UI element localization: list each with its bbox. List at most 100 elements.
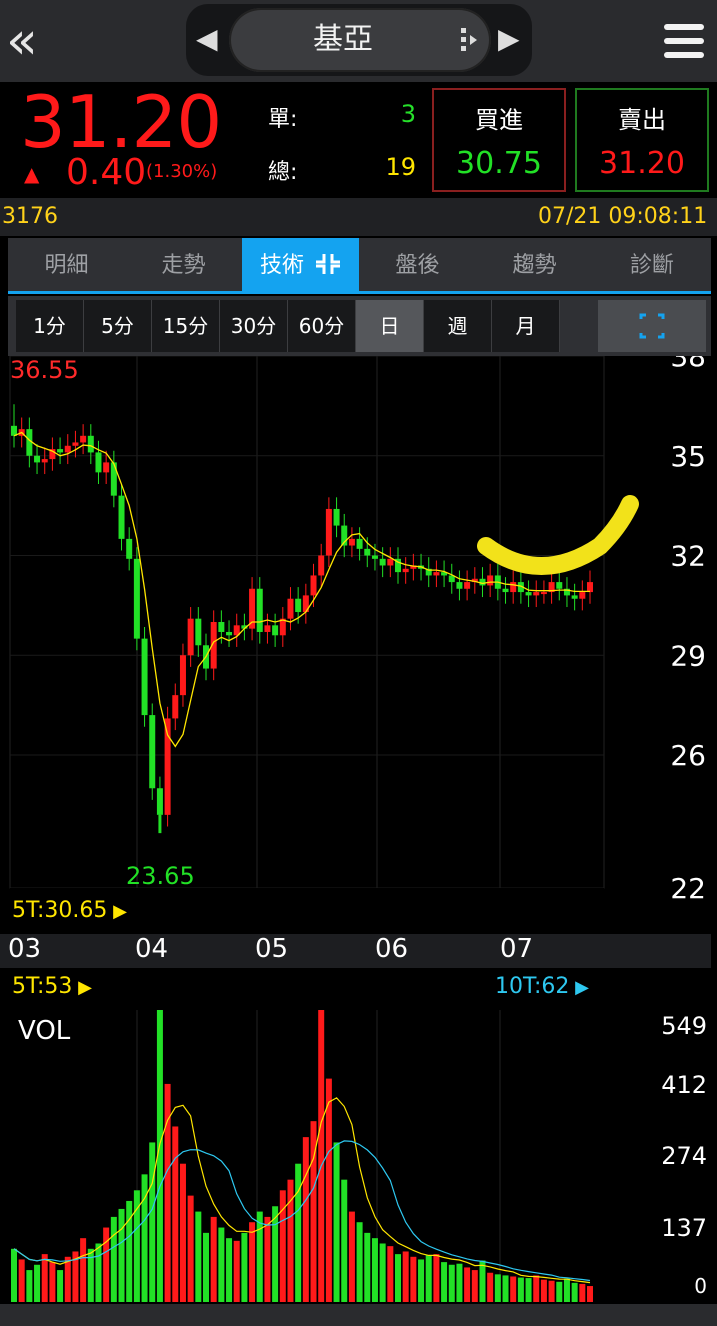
candle-body (540, 592, 547, 595)
volume-bar (448, 1264, 455, 1302)
candle-body (187, 618, 194, 656)
candle-body (149, 715, 156, 789)
triangle-left-icon[interactable]: ◀ (196, 22, 218, 55)
volume-bar (579, 1283, 586, 1302)
system-nav-bar (0, 1304, 717, 1326)
volume-bar (563, 1278, 570, 1302)
candle-body (510, 582, 517, 593)
candle-body (141, 638, 148, 716)
tab-technical[interactable]: 技術 (242, 238, 359, 292)
volume-bar (548, 1280, 555, 1302)
stock-code: 3176 (2, 204, 58, 229)
volume-bar (264, 1216, 271, 1302)
candle-body (356, 538, 363, 549)
price-axis-label: 26 (670, 739, 706, 772)
volume-bar (18, 1259, 25, 1302)
month-axis (0, 934, 711, 968)
quote-timestamp: 07/21 09:08:11 (538, 204, 708, 229)
high-label: 36.55 (10, 356, 79, 384)
candle-body (587, 582, 593, 593)
price-change-percent: (1.30%) (146, 161, 218, 182)
candle-body (57, 449, 64, 453)
tab-details[interactable]: 明細 (8, 238, 125, 292)
tab-diagnosis[interactable]: 診斷 (593, 238, 711, 292)
period-1min[interactable]: 1分 (16, 300, 84, 352)
volume-bar (494, 1274, 501, 1302)
period-15min[interactable]: 15分 (152, 300, 220, 352)
volume-bar (103, 1227, 110, 1302)
sell-button[interactable]: 賣出 31.20 (575, 88, 709, 192)
volume-bar (533, 1275, 540, 1302)
period-30min[interactable]: 30分 (220, 300, 288, 352)
volume-bar (133, 1190, 140, 1302)
tab-after-hours[interactable]: 盤後 (359, 238, 476, 292)
volume-bar (487, 1272, 494, 1302)
candle-body (287, 598, 294, 619)
ma10-volume-text: 10T:62 (495, 974, 570, 999)
double-chevron-left-icon[interactable]: « (6, 12, 66, 70)
price-axis-label: 22 (670, 872, 706, 905)
volume-bar (371, 1238, 378, 1302)
volume-bar (418, 1259, 425, 1302)
volume-bar (110, 1216, 117, 1302)
sell-label: 賣出 (618, 106, 666, 134)
buy-button[interactable]: 買進 30.75 (432, 88, 566, 192)
volume-bar (433, 1254, 440, 1302)
sell-price: 31.20 (599, 146, 685, 181)
tab-trends[interactable]: 趨勢 (476, 238, 593, 292)
volume-bar (179, 1163, 186, 1302)
tab-underline (8, 291, 711, 294)
swap-icon[interactable] (458, 26, 480, 54)
volume-bar (11, 1248, 17, 1302)
candle-body (156, 788, 163, 815)
stock-name[interactable]: 基亞 (229, 8, 457, 72)
period-60min[interactable]: 60分 (288, 300, 356, 352)
volume-bar (118, 1208, 125, 1302)
candle-body (80, 435, 87, 443)
candle-body (402, 568, 409, 573)
single-volume-value: 3 (400, 100, 416, 128)
month-label: 03 (8, 934, 42, 964)
candle-body (464, 582, 471, 589)
volume-bar (540, 1279, 547, 1302)
volume-bar (525, 1278, 532, 1302)
volume-bar (49, 1262, 56, 1302)
candle-body (556, 582, 563, 589)
candle-body (333, 508, 340, 526)
candle-body (272, 625, 279, 636)
ma5-volume-label: 5T:53 ▶ (12, 974, 93, 999)
total-volume-label: 總: (268, 160, 298, 185)
candle-body (256, 588, 263, 632)
hamburger-menu-icon[interactable] (664, 22, 704, 60)
candle-body (318, 555, 325, 576)
triangle-right-icon[interactable]: ▶ (498, 22, 520, 55)
tab-trend[interactable]: 走勢 (125, 238, 242, 292)
volume-bar (410, 1256, 417, 1302)
candle-body (325, 508, 332, 556)
volume-bar (379, 1243, 386, 1302)
candle-body (34, 455, 41, 463)
volume-bar (318, 1010, 325, 1302)
candle-body (379, 558, 386, 566)
volume-bar (149, 1142, 156, 1302)
candle-body (179, 655, 186, 696)
month-label: 06 (375, 934, 409, 964)
volume-bar (471, 1270, 478, 1302)
volume-bar (456, 1263, 463, 1302)
candle-body (456, 582, 463, 589)
candlestick-chart[interactable]: 38 35 32 29 26 22 (0, 356, 717, 934)
candle-body (579, 592, 586, 599)
period-day[interactable]: 日 (356, 300, 424, 352)
candle-body (195, 618, 202, 646)
volume-chart[interactable] (0, 1006, 717, 1304)
low-label: 23.65 (126, 862, 195, 890)
buy-price: 30.75 (456, 146, 542, 181)
candle-body (310, 575, 317, 596)
plot-area (9, 356, 605, 889)
fullscreen-button[interactable] (598, 300, 706, 352)
candle-body (126, 538, 133, 559)
period-month[interactable]: 月 (492, 300, 560, 352)
period-5min[interactable]: 5分 (84, 300, 152, 352)
period-week[interactable]: 週 (424, 300, 492, 352)
volume-bar (333, 1142, 340, 1302)
